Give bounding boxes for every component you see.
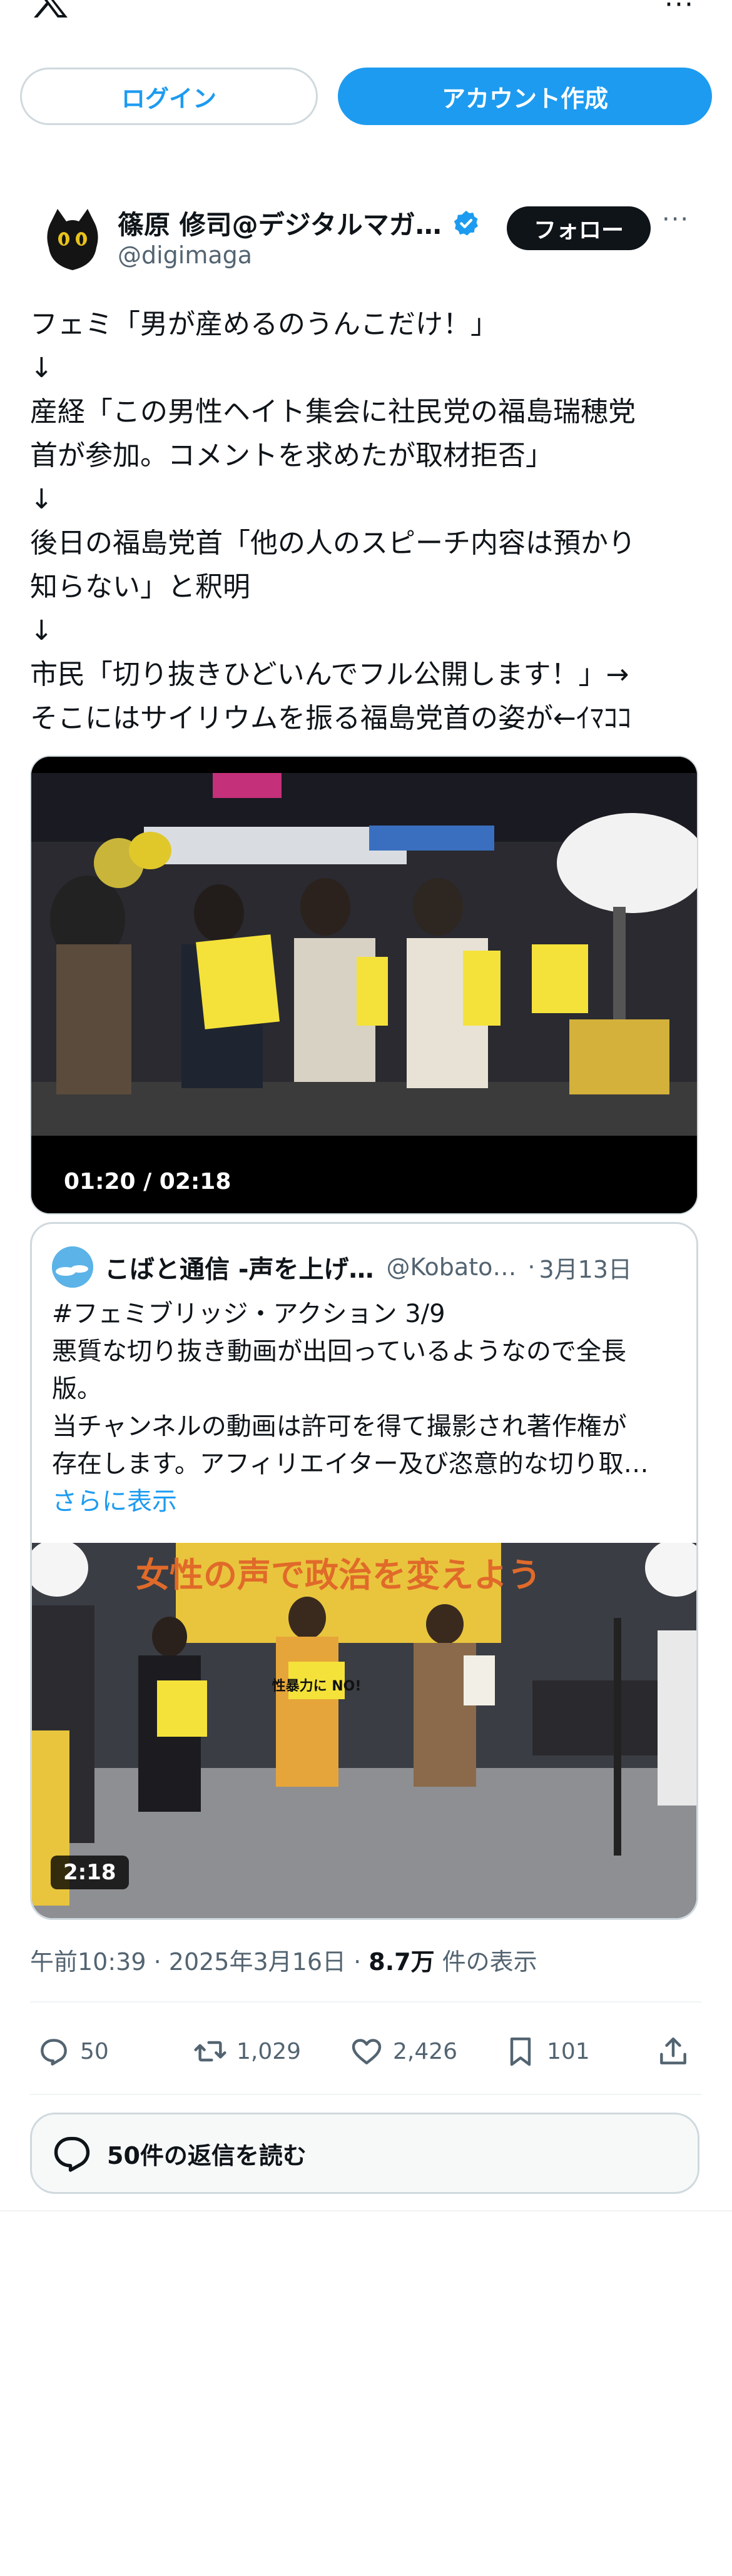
video-timestamp: 01:20 / 02:18 [64,1168,231,1195]
tweet-text-line: 市民「切り抜きひどいんでフル公開します！」→ [30,659,629,690]
sky-avatar-icon [52,1246,93,1288]
quoted-date: 3月13日 [539,1255,632,1283]
share-icon [660,2037,686,2064]
retweet-button[interactable]: 1,029 [193,2026,301,2076]
author-handle[interactable]: @digimaga [118,241,252,269]
tweet-date[interactable]: 2025年3月16日 [169,1948,346,1976]
bookmark-button[interactable]: 101 [503,2026,590,2076]
tweet-text-line: フェミ「男が産めるのうんこだけ！」 [30,308,498,340]
display-name[interactable]: 篠原 修司@デジタルマガ… [118,204,442,242]
quoted-video[interactable]: 女性の声で政治を変えよう 性暴力に NO! 2:18 [32,1543,696,1918]
bookmark-count: 101 [547,2038,590,2064]
quoted-text-line: 版。 [52,1375,102,1403]
video-player[interactable]: 01:20 / 02:18 [30,755,698,1215]
reply-icon [41,2039,67,2066]
avatar[interactable] [39,205,106,273]
tweet-author: 篠原 修司@デジタルマガ… @digimaga フォロー ··· [30,200,702,288]
meta-separator: · [346,1948,369,1976]
black-cat-avatar-icon [39,205,106,273]
more-options-icon[interactable]: ··· [662,205,689,234]
view-label: 件の表示 [434,1948,537,1976]
quoted-handle: @Kobato… [386,1253,517,1281]
show-more-link[interactable]: さらに表示 [52,1483,684,1520]
reply-button[interactable]: 50 [36,2026,109,2076]
reply-count: 50 [80,2038,109,2064]
view-count: 8.7万 [369,1948,435,1976]
tweet-meta: 午前10:39 · 2025年3月16日 · 8.7万 件の表示 [30,1942,537,1977]
tweet-text-line: ↓ [30,483,53,515]
tweet-text-line: 知らない」と釈明 [30,571,250,603]
quoted-text-line: #フェミブリッジ・アクション 3/9 [52,1300,445,1328]
tweet-text-line: ↓ [30,615,53,647]
retweet-count: 1,029 [236,2038,302,2064]
reply-bubble-icon [54,2136,90,2172]
quoted-display-name: こばと通信 -声を上げ… [104,1255,374,1284]
quoted-video-frame-image: 女性の声で政治を変えよう 性暴力に NO! [32,1543,696,1918]
tweet-text: フェミ「男が産めるのうんこだけ！」 ↓ 産経「この男性ヘイト集会に社民党の福島瑞… [30,303,702,740]
read-replies-label: 50件の返信を読む [107,2141,307,2169]
banner-text: 女性の声で政治を変えよう [136,1555,541,1595]
tweet-text-line: そこにはサイリウムを振る福島党首の姿が←ｲﾏｺｺ [30,702,631,734]
tweet-time[interactable]: 午前10:39 [30,1948,146,1976]
more-icon[interactable]: ··· [664,0,694,19]
like-count: 2,426 [393,2038,458,2064]
divider [30,2094,702,2095]
x-logo-icon[interactable] [30,0,70,24]
divider [30,2001,702,2003]
tweet-text-line: 産経「この男性ヘイト集会に社民党の福島瑞穂党 [30,396,636,428]
quoted-text-line: 当チャンネルの動画は許可を得て撮影され著作権が [52,1412,627,1441]
retweet-icon [194,2041,226,2062]
share-button[interactable] [656,2026,699,2076]
quoted-tweet-header: こばと通信 -声を上げ… @Kobato… · 3月13日 [52,1245,684,1289]
name-row: 篠原 修司@デジタルマガ… [118,204,480,242]
auth-buttons: ログイン アカウント作成 [20,68,712,125]
tweet-text-line: 後日の福島党首「他の人のスピーチ内容は預かり [30,527,636,559]
tweet-text-line: 首が参加。コメントを求めたが取材拒否」 [30,440,553,472]
separator-dot: · [527,1253,536,1281]
quoted-text: #フェミブリッジ・アクション 3/9 悪質な切り抜き動画が出回っているようなので… [52,1295,684,1520]
quoted-text-line: 存在します。アフィリエイター及び恣意的な切り取… [52,1450,649,1478]
like-button[interactable]: 2,426 [349,2026,457,2076]
follow-button[interactable]: フォロー [507,206,651,250]
heart-icon [352,2039,382,2064]
divider [0,2210,732,2211]
bookmark-icon [510,2037,531,2066]
tweet-actions: 50 1,029 2,426 101 [30,2026,702,2076]
read-replies-button[interactable]: 50件の返信を読む [30,2113,699,2194]
tweet-text-line: ↓ [30,352,53,384]
top-bar: ··· [0,0,732,25]
login-button[interactable]: ログイン [20,68,318,125]
quoted-avatar [52,1246,93,1288]
quoted-video-duration: 2:18 [51,1856,129,1889]
meta-separator: · [146,1948,169,1976]
verified-badge-icon [454,210,478,236]
quoted-text-line: 悪質な切り抜き動画が出回っているようなので全長 [52,1337,626,1366]
sign-text: 性暴力に NO! [272,1679,362,1694]
quoted-tweet[interactable]: こばと通信 -声を上げ… @Kobato… · 3月13日 #フェミブリッジ・ア… [30,1222,698,1920]
create-account-button[interactable]: アカウント作成 [338,68,712,125]
video-frame-image [31,757,697,1213]
